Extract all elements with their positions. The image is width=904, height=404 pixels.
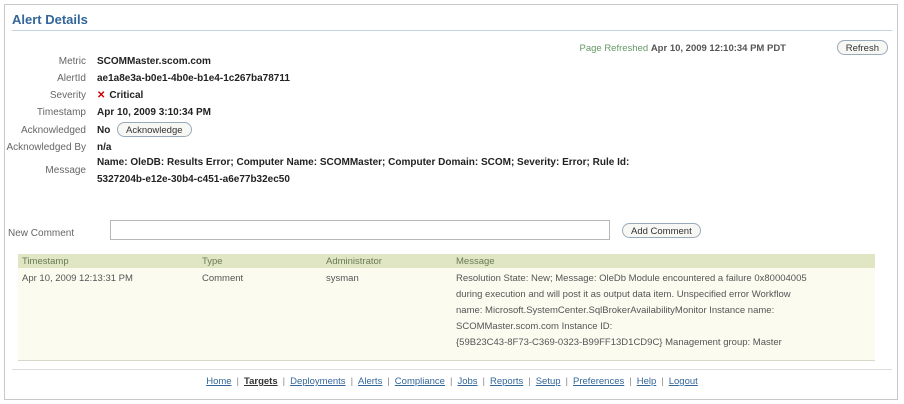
- footer-separator: |: [482, 376, 485, 387]
- new-comment-input[interactable]: [110, 220, 610, 240]
- footer-link-preferences[interactable]: Preferences: [573, 376, 624, 387]
- footer-separator: |: [236, 376, 240, 387]
- severity-text: Critical: [109, 90, 144, 101]
- refresh-button[interactable]: Refresh: [836, 40, 888, 55]
- row-type: Comment: [202, 273, 244, 284]
- footer-separator: |: [629, 376, 632, 387]
- row-message-line-5: {59B23C43-8F73-C369-0323-B99FF13D1CD9C} …: [456, 337, 782, 348]
- footer-link-home[interactable]: Home: [206, 376, 231, 387]
- footer-divider: [12, 369, 892, 370]
- row-message-line-1: Resolution State: New; Message: OleDb Mo…: [456, 273, 807, 284]
- timestamp-label: Timestamp: [36, 107, 86, 118]
- metric-label: Metric: [58, 56, 86, 67]
- footer-link-help[interactable]: Help: [637, 376, 657, 387]
- severity-label: Severity: [49, 90, 86, 101]
- footer-separator: |: [350, 376, 354, 387]
- footer-separator: |: [387, 376, 390, 387]
- refreshed-date: Apr 10, 2009 12:10:34 PM PDT: [650, 43, 786, 54]
- acknowledged-by-value: n/a: [97, 142, 112, 153]
- acknowledged-value: No: [97, 125, 111, 136]
- footer-separator: |: [528, 376, 531, 387]
- title-divider: [12, 30, 892, 31]
- col-header-message[interactable]: Message: [456, 256, 495, 267]
- col-header-type[interactable]: Type: [202, 256, 223, 267]
- footer-separator: |: [282, 376, 286, 387]
- col-header-administrator[interactable]: Administrator: [326, 256, 382, 267]
- footer-link-alerts[interactable]: Alerts: [358, 376, 382, 387]
- footer-nav: Home | Targets | Deployments | Alerts | Complian…: [0, 376, 904, 387]
- refreshed-prefix: Page Refreshed: [579, 43, 649, 54]
- col-header-timestamp[interactable]: Timestamp: [22, 256, 69, 267]
- message-line-1: Name: OleDB: Results Error; Computer Nam…: [97, 157, 630, 168]
- comments-table-header: [18, 254, 875, 268]
- metric-value: SCOMMaster.scom.com: [97, 56, 211, 67]
- severity-value: ✕ Critical: [97, 90, 143, 101]
- footer-link-compliance[interactable]: Compliance: [395, 376, 445, 387]
- row-message-line-3: name: Microsoft.SystemCenter.SqlBrokerAv…: [456, 305, 775, 316]
- footer-separator: |: [661, 376, 664, 387]
- footer-link-targets[interactable]: Targets: [244, 376, 278, 387]
- page-refreshed-text: Page Refreshed Apr 10, 2009 12:10:34 PM …: [580, 43, 787, 54]
- alertid-value: ae1a8e3a-b0e1-4b0e-b1e4-1c267ba78711: [97, 73, 290, 84]
- row-administrator: sysman: [326, 273, 359, 284]
- acknowledged-label: Acknowledged: [20, 125, 86, 136]
- footer-link-deployments[interactable]: Deployments: [290, 376, 345, 387]
- footer-link-setup[interactable]: Setup: [536, 376, 561, 387]
- footer-link-jobs[interactable]: Jobs: [457, 376, 477, 387]
- footer-link-reports[interactable]: Reports: [490, 376, 523, 387]
- acknowledged-by-label: Acknowledged By: [6, 142, 87, 153]
- critical-icon: ✕: [97, 90, 106, 101]
- message-line-2: 5327204b-e12e-30b4-c451-a6e77b32ec50: [97, 174, 290, 185]
- timestamp-value: Apr 10, 2009 3:10:34 PM: [97, 107, 211, 118]
- footer-link-logout[interactable]: Logout: [669, 376, 698, 387]
- message-label: Message: [45, 165, 86, 176]
- footer-separator: |: [449, 376, 453, 387]
- page-title: Alert Details: [12, 12, 88, 27]
- add-comment-button[interactable]: Add Comment: [622, 223, 701, 238]
- row-message-line-4: SCOMMaster.scom.com Instance ID:: [456, 321, 613, 332]
- alertid-label: AlertId: [57, 73, 86, 84]
- row-timestamp: Apr 10, 2009 12:13:31 PM: [22, 273, 133, 284]
- new-comment-label: New Comment: [8, 228, 75, 239]
- footer-separator: |: [565, 376, 569, 387]
- row-message-line-2: during execution and will post it as out…: [456, 289, 791, 300]
- acknowledge-button[interactable]: Acknowledge: [117, 122, 192, 137]
